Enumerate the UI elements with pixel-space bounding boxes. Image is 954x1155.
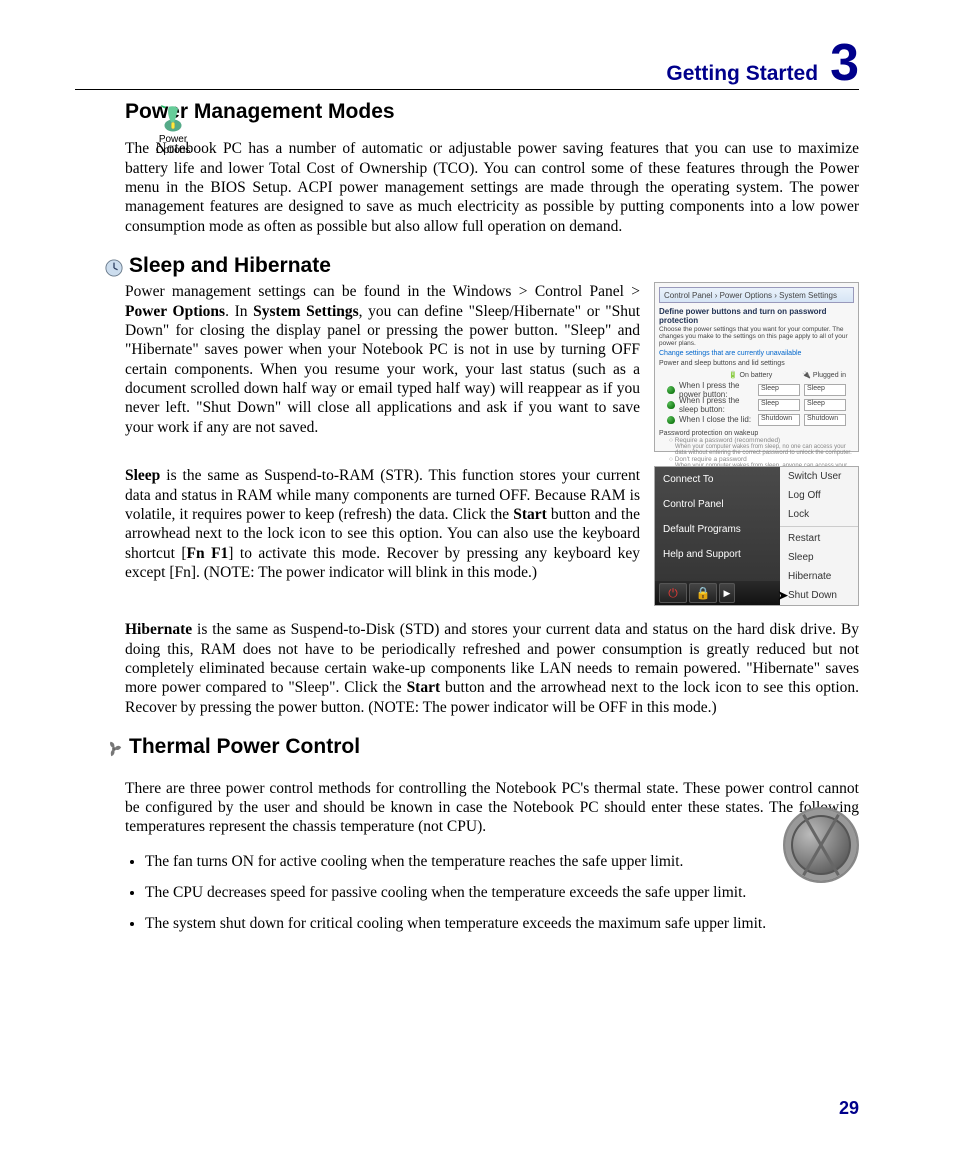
figure-fan [783,807,859,883]
bullet-3: The system shut down for critical coolin… [145,914,859,935]
para-hibernate: Hibernate is the same as Suspend-to-Disk… [125,620,859,717]
page-number: 29 [839,1098,859,1119]
para-sleep-intro: Power management settings can be found i… [125,282,640,452]
dialog-title: Define power buttons and turn on passwor… [659,307,854,325]
header-title: Getting Started [666,62,818,86]
para-power-management: The Notebook PC has a number of automati… [125,139,859,236]
dialog-group-label: Power and sleep buttons and lid settings [659,360,854,367]
dialog-link: Change settings that are currently unava… [659,350,854,357]
arrow-icon: ▶ [719,583,735,603]
start-menu-right: Switch User Log Off Lock Restart Sleep H… [780,467,858,605]
menu-sleep: Sleep [780,548,858,567]
dialog-subtitle: Choose the power settings that you want … [659,326,854,347]
menu-shut-down: Shut Down [780,586,858,605]
power-options-icon [156,100,190,134]
bullet-2: The CPU decreases speed for passive cool… [145,883,859,904]
menu-switch-user: Switch User [780,467,858,486]
para-sleep: Sleep is the same as Suspend-to-RAM (STR… [125,466,640,606]
menu-restart: Restart [780,529,858,548]
menu-help-support: Help and Support [655,542,780,567]
menu-connect-to: Connect To [655,467,780,492]
menu-log-off: Log Off [780,486,858,505]
sleep-icon [105,259,123,277]
lock-icon: 🔒 [689,583,717,603]
section-thermal: Thermal Power Control There are three po… [75,735,859,935]
dialog-breadcrumb: Control Panel › Power Options › System S… [659,287,854,303]
section-sleep-hibernate: Sleep and Hibernate Power management set… [75,254,859,717]
figure-start-menu: Connect To Control Panel Default Program… [654,466,859,606]
heading-thermal: Thermal Power Control [129,735,360,759]
power-icon: ⏻ [659,583,687,603]
menu-control-panel: Control Panel [655,492,780,517]
page-header: Getting Started 3 [75,40,859,90]
fan-icon [105,740,123,758]
figure-power-options-dialog: Control Panel › Power Options › System S… [654,282,859,452]
menu-hibernate: Hibernate [780,567,858,586]
cursor-icon: ➤ [777,587,789,604]
thermal-bullets: The fan turns ON for active cooling when… [145,852,859,935]
heading-sleep-hibernate: Sleep and Hibernate [129,254,331,278]
section-power-management: Power Options Power Management Modes The… [75,100,859,236]
power-options-icon-block: Power Options [155,100,191,156]
para-thermal: There are three power control methods fo… [125,779,859,837]
page: Getting Started 3 Power Options Power Ma… [0,0,954,1155]
bullet-1: The fan turns ON for active cooling when… [145,852,859,873]
power-options-caption: Power Options [155,134,191,156]
menu-lock: Lock [780,505,858,524]
chapter-number: 3 [830,40,859,87]
heading-power-management: Power Management Modes [125,100,859,124]
menu-default-programs: Default Programs [655,517,780,542]
start-menu-left: Connect To Control Panel Default Program… [655,467,780,605]
